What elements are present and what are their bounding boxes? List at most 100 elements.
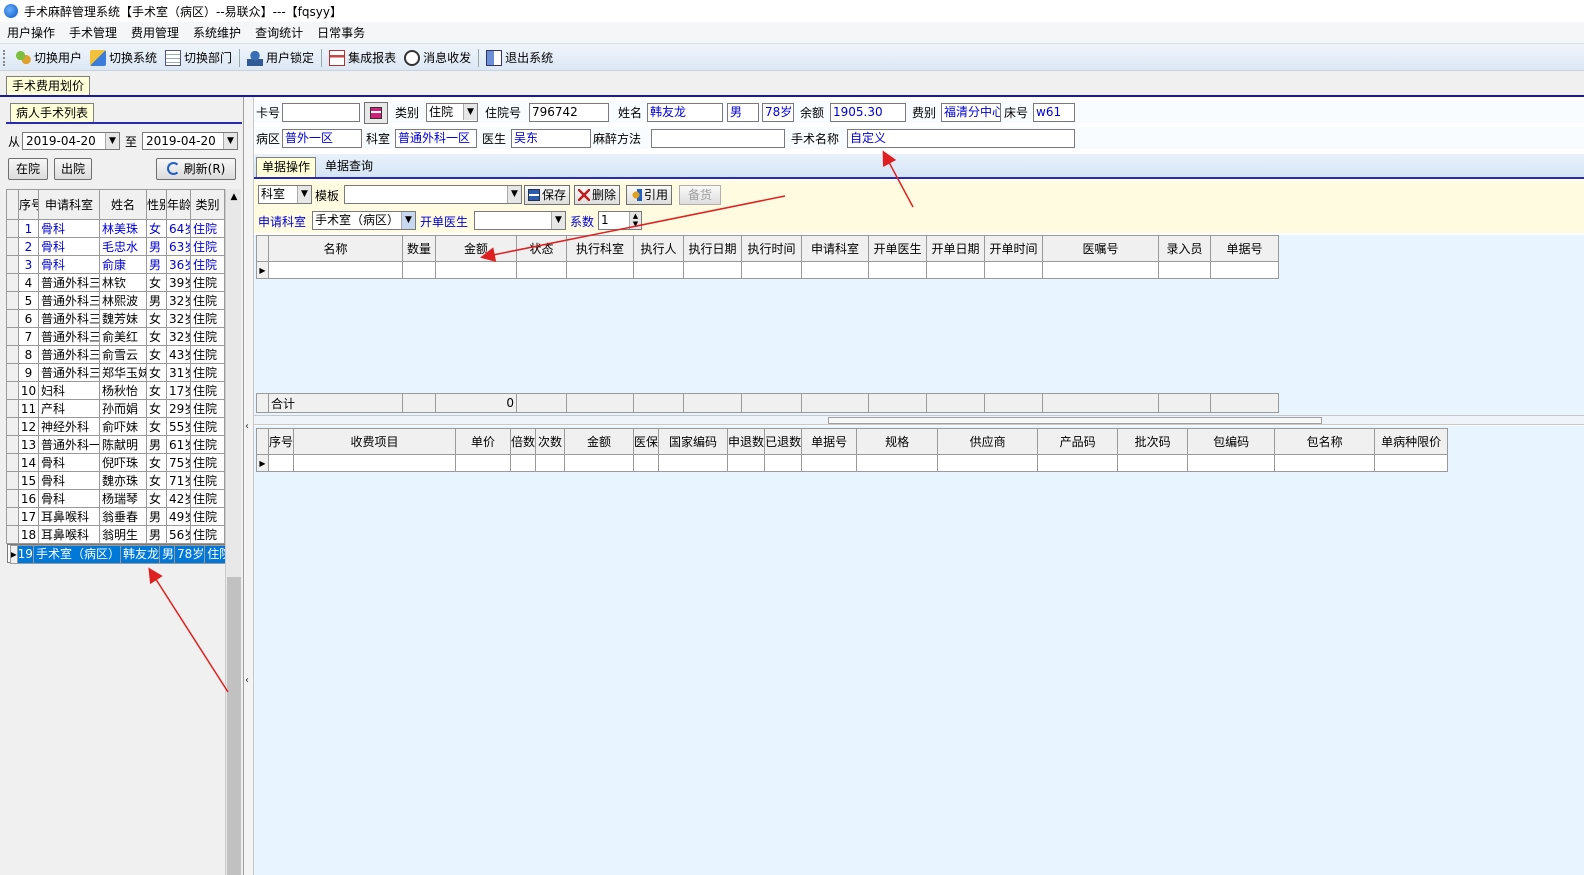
chevron-down-icon[interactable]: ▼ xyxy=(507,186,521,203)
col-batch-code[interactable]: 批次码 xyxy=(1117,428,1189,455)
col-apply-dept[interactable]: 申请科室 xyxy=(38,189,100,220)
patient-row[interactable]: 9普通外科三郑华玉妹女31岁住院 xyxy=(6,363,225,382)
col-order-date[interactable]: 开单日期 xyxy=(926,235,985,262)
chevron-down-icon[interactable]: ▼ xyxy=(297,186,311,203)
col-times[interactable]: 次数 xyxy=(535,428,566,455)
col-apply-dept[interactable]: 申请科室 xyxy=(801,235,869,262)
apply-dept-select[interactable]: 手术室（病区） ▼ xyxy=(312,211,416,230)
col-refunded[interactable]: 已退数 xyxy=(764,428,803,455)
col-exec-date[interactable]: 执行日期 xyxy=(683,235,742,262)
col-seq[interactable]: 序号 xyxy=(18,189,39,220)
menu-system-maint[interactable]: 系统维护 xyxy=(186,24,248,41)
patient-row[interactable]: 4普通外科三林钦女39岁住院 xyxy=(6,273,225,292)
delete-button[interactable]: 删除 xyxy=(574,185,621,205)
table-row[interactable]: ▶ xyxy=(256,261,1279,279)
splitter-handle[interactable] xyxy=(828,417,1322,424)
chevron-down-icon[interactable]: ▼ xyxy=(463,104,477,120)
col-refund-request[interactable]: 申退数 xyxy=(727,428,766,455)
patient-row[interactable]: 13普通外科一陈献明男61岁住院 xyxy=(6,435,225,454)
chevron-down-icon[interactable]: ▼ xyxy=(551,212,565,229)
patient-name-field[interactable]: 韩友龙 xyxy=(647,103,723,122)
category-select[interactable]: 住院 ▼ xyxy=(426,103,478,122)
col-sex[interactable]: 性别 xyxy=(146,189,167,220)
menu-surgery-mgmt[interactable]: 手术管理 xyxy=(62,24,124,41)
col-order-doctor[interactable]: 开单医生 xyxy=(868,235,927,262)
doctor-field[interactable]: 吴东 xyxy=(511,129,591,148)
col-order-number[interactable]: 医嘱号 xyxy=(1042,235,1159,262)
ward-field[interactable]: 普外一区 xyxy=(282,129,362,148)
anesthesia-method-field[interactable] xyxy=(651,129,785,148)
switch-system-button[interactable]: 切换系统 xyxy=(86,48,161,68)
col-quantity[interactable]: 数量 xyxy=(402,235,436,262)
col-charge-item[interactable]: 收费项目 xyxy=(293,428,457,455)
in-hospital-button[interactable]: 在院 xyxy=(8,158,48,180)
patient-sex-field[interactable]: 男 xyxy=(727,103,759,122)
patient-row[interactable]: 10妇科杨秋怡女17岁住院 xyxy=(6,381,225,400)
patient-row[interactable]: 14骨科倪吓珠女75岁住院 xyxy=(6,453,225,472)
col-unit-price[interactable]: 单价 xyxy=(455,428,512,455)
integrated-report-button[interactable]: 集成报表 xyxy=(325,48,400,68)
col-executor[interactable]: 执行人 xyxy=(633,235,684,262)
admission-number-input[interactable]: 796742 xyxy=(529,103,609,122)
patient-row[interactable]: 15骨科魏亦珠女71岁住院 xyxy=(6,471,225,490)
menu-query-stats[interactable]: 查询统计 xyxy=(248,24,310,41)
patient-age-field[interactable]: 78岁 xyxy=(762,103,794,122)
menu-fee-mgmt[interactable]: 费用管理 xyxy=(124,24,186,41)
scope-select[interactable]: 科室 ▼ xyxy=(258,185,312,204)
col-status[interactable]: 状态 xyxy=(516,235,567,262)
bed-number-field[interactable]: w61 xyxy=(1033,103,1075,122)
chevron-down-icon[interactable]: ▼ xyxy=(223,133,237,149)
collapse-left-icon[interactable]: ‹ xyxy=(245,421,249,432)
discharged-button[interactable]: 出院 xyxy=(54,158,92,180)
collapse-left-icon[interactable]: ‹ xyxy=(245,675,249,686)
menu-daily-affairs[interactable]: 日常事务 xyxy=(310,24,372,41)
col-seq[interactable]: 序号 xyxy=(267,428,295,455)
patient-row[interactable]: 17耳鼻喉科翁垂春男49岁住院 xyxy=(6,507,225,526)
col-type[interactable]: 类别 xyxy=(190,189,225,220)
col-name[interactable]: 姓名 xyxy=(99,189,147,220)
col-package-code[interactable]: 包编码 xyxy=(1187,428,1276,455)
patient-row[interactable]: 8普通外科三俞雪云女43岁住院 xyxy=(6,345,225,364)
patient-row[interactable]: 11产科孙而娟女29岁住院 xyxy=(6,399,225,418)
col-insurance[interactable]: 医保 xyxy=(633,428,660,455)
reference-button[interactable]: 引用 xyxy=(626,185,673,205)
template-select[interactable]: ▼ xyxy=(344,185,522,204)
chevron-down-icon[interactable]: ▼ xyxy=(401,212,415,229)
patient-row[interactable]: 16骨科杨瑞琴女42岁住院 xyxy=(6,489,225,508)
col-multiple[interactable]: 倍数 xyxy=(510,428,537,455)
date-to-picker[interactable]: 2019-04-20 ▼ xyxy=(142,132,238,150)
message-button[interactable]: 消息收发 xyxy=(400,48,475,68)
card-number-input[interactable] xyxy=(282,103,360,122)
patient-list-scrollbar[interactable]: ▲ xyxy=(225,189,241,875)
toolbar-grip[interactable] xyxy=(3,49,7,66)
patient-row[interactable]: 6普通外科三魏芳妹女32岁住院 xyxy=(6,309,225,328)
col-supplier[interactable]: 供应商 xyxy=(937,428,1039,455)
fee-type-field[interactable]: 福清分中心 xyxy=(941,103,1001,122)
stepper-arrows-icon[interactable]: ▲ ▼ xyxy=(629,212,641,229)
tab-surgery-fee-pricing[interactable]: 手术费用划价 xyxy=(6,76,91,96)
patient-row[interactable]: 2骨科毛忠水男63岁住院 xyxy=(6,237,225,256)
refresh-button[interactable]: 刷新(R) xyxy=(156,158,236,180)
col-order-time[interactable]: 开单时间 xyxy=(984,235,1043,262)
surgery-name-field[interactable]: 自定义 xyxy=(847,129,1075,148)
patient-row[interactable]: 1骨科林美珠女64岁住院 xyxy=(6,219,225,238)
chevron-down-icon[interactable]: ▼ xyxy=(105,133,119,149)
patient-row[interactable]: 12神经外科俞吓妹女55岁住院 xyxy=(6,417,225,436)
scrollbar-thumb[interactable] xyxy=(227,577,241,875)
tab-document-operations[interactable]: 单据操作 xyxy=(256,157,317,177)
patient-row[interactable]: 18耳鼻喉科翁明生男56岁住院 xyxy=(6,525,225,544)
col-document-number[interactable]: 单据号 xyxy=(1210,235,1279,262)
patient-row-selected[interactable]: ▶ 19 手术室（病区） 韩友龙男 78岁 住院 xyxy=(6,544,234,564)
col-document-number[interactable]: 单据号 xyxy=(801,428,858,455)
col-age[interactable]: 年龄 xyxy=(166,189,191,220)
col-product-code[interactable]: 产品码 xyxy=(1037,428,1119,455)
horizontal-splitter[interactable] xyxy=(254,415,1584,425)
date-from-picker[interactable]: 2019-04-20 ▼ xyxy=(22,132,120,150)
col-single-disease-limit[interactable]: 单病种限价 xyxy=(1374,428,1449,455)
col-national-code[interactable]: 国家编码 xyxy=(658,428,729,455)
exit-button[interactable]: 退出系统 xyxy=(482,48,557,68)
patient-row[interactable]: 5普通外科三林熙波男32岁住院 xyxy=(6,291,225,310)
col-specification[interactable]: 规格 xyxy=(856,428,939,455)
col-exec-time[interactable]: 执行时间 xyxy=(741,235,802,262)
table-row[interactable]: ▶ xyxy=(256,454,1449,472)
